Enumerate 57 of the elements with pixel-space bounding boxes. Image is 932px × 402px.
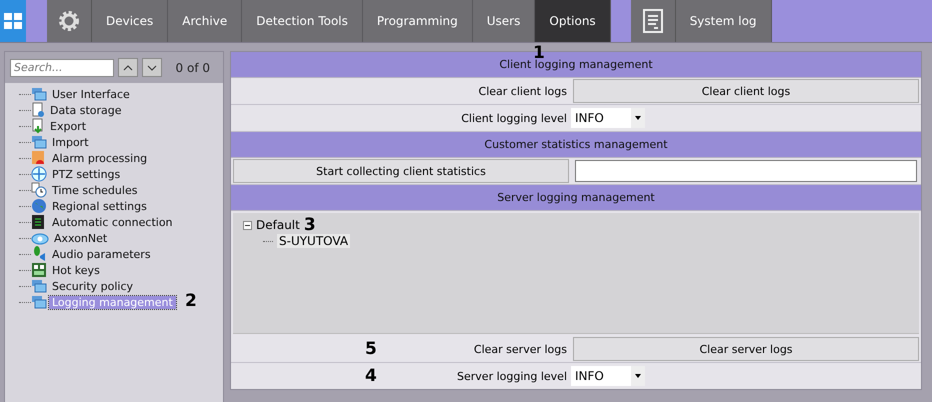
callout-number: 3: [304, 216, 316, 234]
field-label: Clear server logs: [474, 342, 567, 356]
server-label[interactable]: S-UYUTOVA: [277, 234, 350, 248]
statistics-field[interactable]: [575, 160, 917, 182]
next-button[interactable]: [142, 58, 162, 77]
settings-tree-item[interactable]: Alarm processing: [49, 152, 150, 164]
document-icon: [31, 102, 45, 118]
collapse-toggle[interactable]: [243, 220, 252, 230]
settings-tree-item[interactable]: Hot keys: [49, 264, 103, 276]
settings-tree-item[interactable]: Time schedules: [49, 184, 140, 196]
clock-icon: [31, 182, 47, 198]
settings-tree-item[interactable]: AxxonNet: [51, 232, 110, 244]
previous-button[interactable]: [118, 58, 138, 77]
nav-tab[interactable]: Options: [535, 0, 611, 42]
window-icon: [31, 87, 47, 101]
field-label: Server logging level: [457, 370, 567, 382]
settings-tree-item[interactable]: Audio parameters: [49, 248, 154, 260]
clear-server-logs-button[interactable]: Clear server logs: [573, 337, 919, 361]
settings-tree-item[interactable]: Data storage: [47, 104, 125, 116]
grid-icon: [4, 13, 22, 29]
window-icon: [31, 135, 47, 149]
clear-client-logs-button[interactable]: Clear client logs: [573, 79, 919, 103]
logging-level-dropdown[interactable]: INFO: [571, 108, 645, 128]
caret-icon: [635, 374, 641, 378]
keyboard-icon: [31, 262, 47, 278]
callout-number: 2: [185, 293, 197, 310]
window-icon: [31, 295, 47, 309]
search-field[interactable]: Search...: [10, 58, 114, 76]
chevron-up-icon: [123, 64, 133, 70]
field-label: Client logging level: [461, 112, 567, 124]
settings-icon[interactable]: [58, 10, 80, 32]
settings-tree-item[interactable]: Regional settings: [49, 200, 150, 212]
globe-icon: [31, 198, 47, 214]
logging-level-dropdown[interactable]: INFO: [571, 366, 645, 386]
settings-tree-item[interactable]: PTZ settings: [49, 168, 124, 180]
caret-icon: [635, 116, 641, 120]
log-icon[interactable]: [642, 9, 663, 33]
settings-tree-item[interactable]: Export: [47, 120, 90, 132]
match-counter: 0 of 0: [176, 60, 210, 74]
terminal-icon: [31, 214, 47, 230]
settings-tree-item[interactable]: Security policy: [49, 280, 136, 292]
window-icon: [31, 279, 47, 293]
start-statistics-button[interactable]: Start collecting client statistics: [233, 159, 569, 183]
field-label: Clear client logs: [478, 84, 567, 98]
settings-tree-item[interactable]: User Interface: [49, 88, 133, 100]
cloud-icon: [31, 231, 49, 245]
start-button[interactable]: [0, 0, 26, 42]
move-icon: [31, 166, 47, 182]
callout-number: 5: [365, 341, 377, 358]
server-group-label[interactable]: Default: [256, 218, 300, 232]
settings-tree-item[interactable]: Automatic connection: [49, 216, 176, 228]
settings-tree-item[interactable]: Import: [49, 136, 92, 148]
section-header: Customer statistics management: [231, 132, 921, 158]
callout-number: 4: [365, 368, 377, 385]
document-icon: [31, 118, 45, 134]
chevron-down-icon: [147, 64, 157, 70]
section-header: Server logging management: [231, 185, 921, 211]
